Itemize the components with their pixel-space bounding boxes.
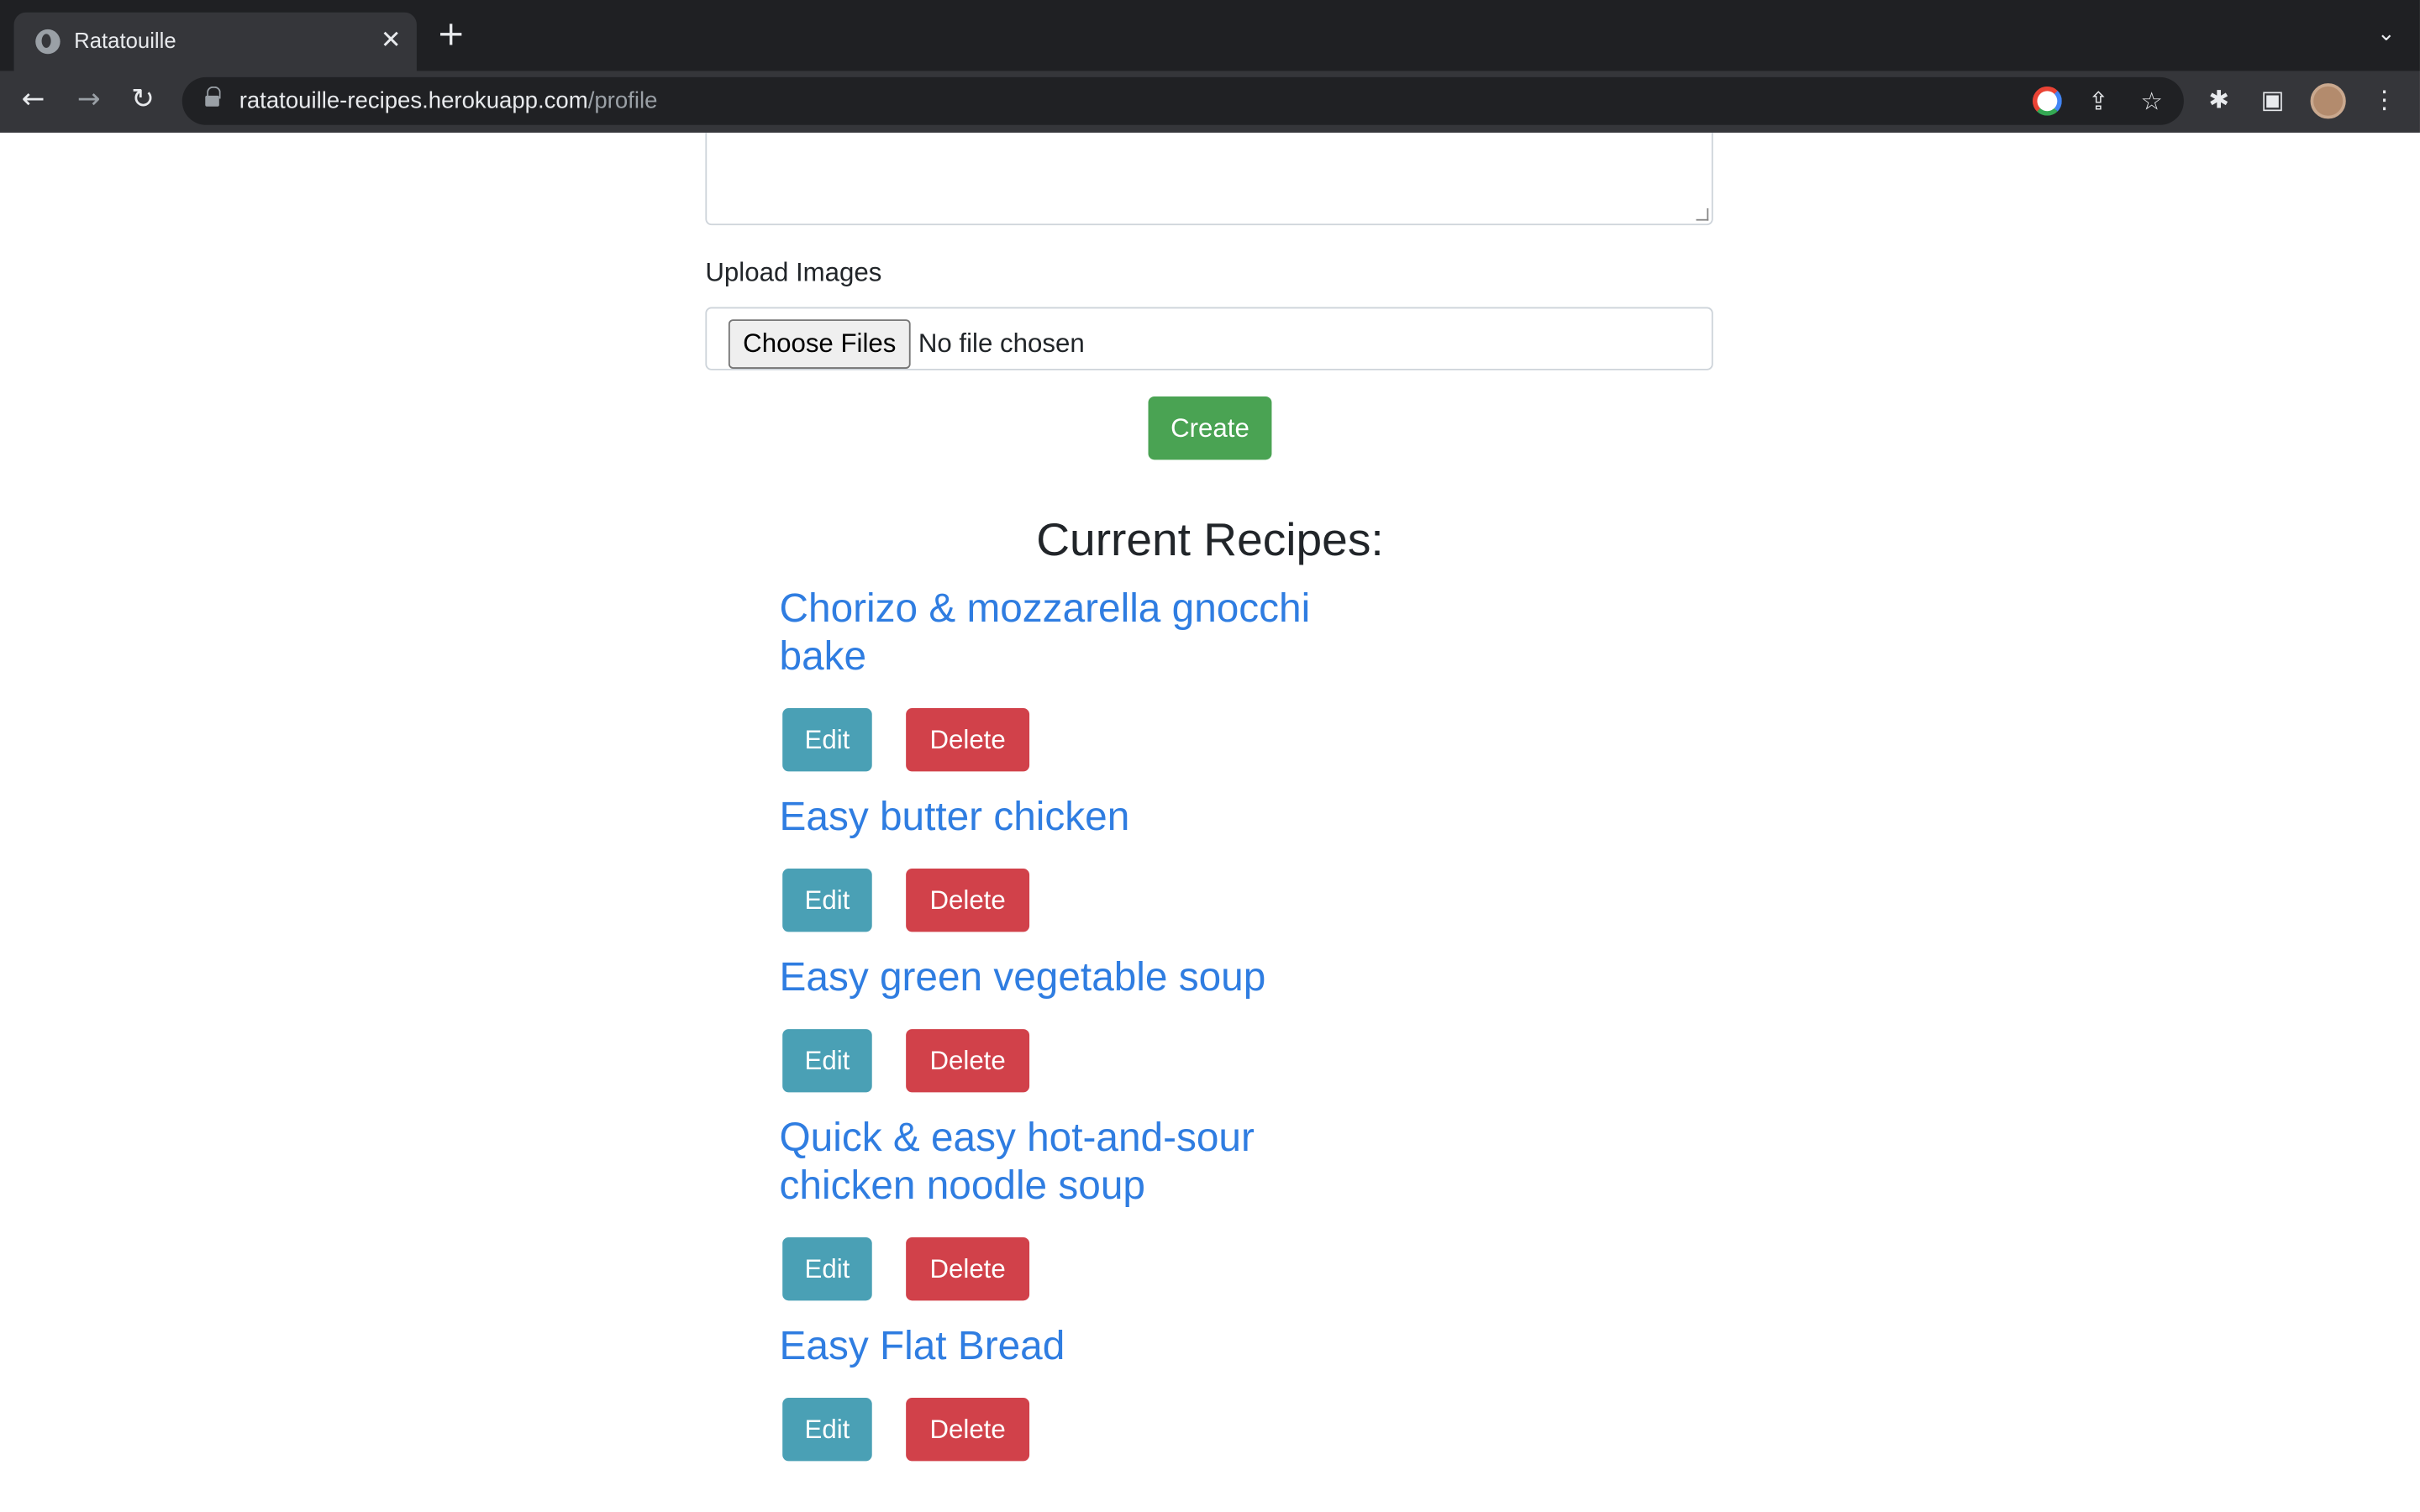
tab-strip: Ratatouille ✕ + ⌄ (0, 0, 2420, 71)
bookmark-star-icon[interactable]: ☆ (2141, 87, 2163, 118)
url-path: /profile (587, 87, 658, 114)
recipe-actions: Edit Delete (780, 1398, 1397, 1462)
recipe-actions: Edit Delete (780, 1029, 1397, 1093)
upload-images-label: Upload Images (705, 257, 882, 287)
edit-button[interactable]: Edit (782, 869, 872, 932)
file-status-text: No file chosen (918, 328, 1085, 359)
side-panel-icon[interactable]: ▣ (2261, 85, 2285, 116)
recipe-link[interactable]: Easy Flat Bread (780, 1322, 1351, 1370)
share-icon[interactable]: ⇪ (2088, 87, 2109, 118)
recipe-item: Quick & easy hot-and-sour chicken noodle… (780, 1114, 1397, 1301)
recipe-list: Chorizo & mozzarella gnocchi bake Edit D… (780, 585, 1397, 1483)
file-input[interactable]: Choose Files No file chosen (705, 307, 1713, 370)
edit-button[interactable]: Edit (782, 708, 872, 772)
recipe-item: Easy Flat Bread Edit Delete (780, 1322, 1397, 1462)
recipe-link[interactable]: Easy butter chicken (780, 793, 1351, 841)
forward-icon[interactable]: → (77, 83, 101, 117)
tab-title: Ratatouille (74, 28, 176, 53)
lock-icon[interactable] (205, 86, 221, 109)
choose-files-button[interactable]: Choose Files (728, 319, 911, 369)
browser-toolbar: ← → ↻ ratatouille-recipes.herokuapp.com/… (0, 71, 2420, 133)
profile-avatar[interactable] (2310, 83, 2346, 119)
tab-ratatouille[interactable]: Ratatouille ✕ (13, 12, 417, 71)
resize-handle[interactable] (1696, 207, 1709, 221)
reload-icon[interactable]: ↻ (131, 83, 155, 117)
tab-search-icon[interactable]: ⌄ (2377, 22, 2396, 46)
url-text[interactable]: ratatouille-recipes.herokuapp.com/profil… (239, 88, 658, 114)
new-tab-icon[interactable]: + (437, 18, 466, 52)
recipe-link[interactable]: Easy green vegetable soup (780, 953, 1351, 1001)
delete-button[interactable]: Delete (906, 1237, 1030, 1301)
edit-button[interactable]: Edit (782, 1398, 872, 1462)
description-textarea[interactable] (705, 132, 1713, 226)
globe-icon (35, 29, 60, 55)
browser-window: Ratatouille ✕ + ⌄ ← → ↻ ratatouille-reci… (0, 0, 2420, 1512)
recipe-actions: Edit Delete (780, 1237, 1397, 1301)
recipe-link[interactable]: Chorizo & mozzarella gnocchi bake (780, 585, 1351, 680)
page-content: Upload Images Choose Files No file chose… (0, 132, 2420, 1512)
delete-button[interactable]: Delete (906, 869, 1030, 932)
google-lens-icon[interactable] (2032, 86, 2062, 116)
delete-button[interactable]: Delete (906, 1398, 1030, 1462)
close-tab-icon[interactable]: ✕ (381, 24, 402, 57)
recipe-actions: Edit Delete (780, 869, 1397, 932)
current-recipes-heading: Current Recipes: (1036, 515, 1384, 567)
delete-button[interactable]: Delete (906, 1029, 1030, 1093)
back-icon[interactable]: ← (22, 83, 45, 117)
create-button[interactable]: Create (1148, 396, 1272, 460)
recipe-link[interactable]: Quick & easy hot-and-sour chicken noodle… (780, 1114, 1351, 1210)
edit-button[interactable]: Edit (782, 1029, 872, 1093)
recipe-item: Easy green vegetable soup Edit Delete (780, 953, 1397, 1093)
delete-button[interactable]: Delete (906, 708, 1030, 772)
recipe-actions: Edit Delete (780, 708, 1397, 772)
recipe-item: Easy butter chicken Edit Delete (780, 793, 1397, 932)
recipe-item: Chorizo & mozzarella gnocchi bake Edit D… (780, 585, 1397, 772)
menu-icon[interactable]: ⋮ (2372, 85, 2396, 116)
edit-button[interactable]: Edit (782, 1237, 872, 1301)
url-host: ratatouille-recipes.herokuapp.com (239, 87, 588, 114)
address-bar[interactable]: ratatouille-recipes.herokuapp.com/profil… (182, 76, 2184, 125)
extensions-icon[interactable]: ✱ (2208, 85, 2229, 116)
